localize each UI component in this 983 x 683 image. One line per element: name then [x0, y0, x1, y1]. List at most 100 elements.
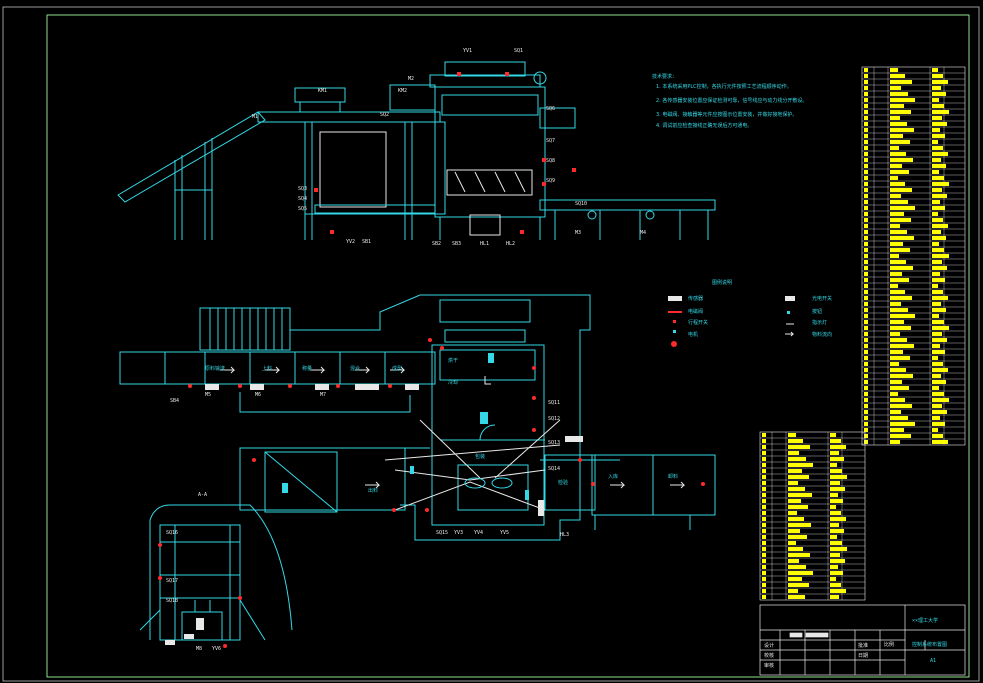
parts-row-index-fill	[864, 284, 868, 288]
parts-row-spec-fill	[830, 439, 841, 443]
parts-row-name-fill	[890, 200, 908, 204]
top-label: SB1	[362, 239, 371, 245]
parts-row-spec-fill	[932, 242, 939, 246]
parts-row-index-fill	[762, 439, 766, 443]
parts-row-name-fill	[890, 104, 904, 108]
parts-row-spec-fill	[932, 350, 945, 354]
section-label: A-A	[198, 492, 207, 498]
parts-row-name-fill	[890, 248, 910, 252]
top-label: YV2	[346, 239, 355, 245]
parts-row-index-fill	[762, 451, 766, 455]
parts-row-index-fill	[864, 410, 868, 414]
parts-row-name-fill	[890, 224, 900, 228]
section-label: SQ18	[166, 598, 178, 604]
parts-row-spec-fill	[830, 511, 841, 515]
parts-row-name-fill	[890, 170, 909, 174]
parts-row-index-fill	[864, 272, 868, 276]
parts-row-name-fill	[890, 314, 915, 318]
parts-row-name-fill	[788, 475, 809, 479]
parts-row-name-fill	[890, 302, 901, 306]
parts-row-index-fill	[864, 188, 868, 192]
parts-row-index-fill	[864, 434, 868, 438]
parts-row-spec-fill	[932, 128, 940, 132]
parts-row-spec-fill	[830, 433, 836, 437]
parts-row-spec-fill	[830, 499, 843, 503]
top-label: M1	[252, 114, 258, 120]
parts-row-index-fill	[864, 440, 868, 444]
parts-row-spec-fill	[932, 404, 942, 408]
parts-row-spec-fill	[932, 104, 944, 108]
parts-row-name-fill	[890, 146, 899, 150]
parts-row-spec-fill	[932, 236, 946, 240]
parts-row-index-fill	[864, 134, 868, 138]
parts-row-index-fill	[864, 140, 868, 144]
parts-row-index-fill	[762, 475, 766, 479]
parts-row-index-fill	[864, 374, 868, 378]
legend-item-0: 传感器	[688, 295, 703, 302]
parts-row-index-fill	[864, 368, 868, 372]
parts-row-name-fill	[788, 583, 809, 587]
parts-row-name-fill	[890, 98, 915, 102]
parts-row-name-fill	[890, 374, 913, 378]
parts-row-name-fill	[890, 308, 908, 312]
parts-row-spec-fill	[830, 463, 837, 467]
parts-row-spec-fill	[932, 200, 940, 204]
parts-row-spec-fill	[830, 505, 836, 509]
legend-item-6: 指示灯	[812, 319, 827, 326]
parts-row-index-fill	[762, 559, 766, 563]
parts-row-spec-fill	[830, 541, 842, 545]
parts-row-spec-fill	[932, 392, 944, 396]
parts-row-index-fill	[762, 445, 766, 449]
parts-row-name-fill	[788, 499, 801, 503]
top-label: M2	[408, 76, 414, 82]
parts-row-spec-fill	[932, 134, 945, 138]
parts-row-spec-fill	[932, 224, 948, 228]
parts-row-spec-fill	[830, 475, 847, 479]
parts-row-spec-fill	[830, 547, 847, 551]
parts-row-index-fill	[762, 457, 766, 461]
parts-row-name-fill	[890, 296, 912, 300]
parts-row-spec-fill	[932, 398, 949, 402]
parts-row-spec-fill	[932, 158, 941, 162]
parts-row-name-fill	[788, 529, 800, 533]
parts-row-name-fill	[890, 152, 906, 156]
parts-row-spec-fill	[932, 206, 945, 210]
parts-row-index-fill	[762, 535, 766, 539]
parts-row-spec-fill	[932, 278, 945, 282]
parts-row-name-fill	[788, 493, 812, 497]
parts-row-spec-fill	[830, 529, 844, 533]
parts-row-index-fill	[864, 92, 868, 96]
parts-row-index-fill	[864, 74, 868, 78]
parts-row-name-fill	[890, 188, 912, 192]
parts-row-spec-fill	[932, 188, 942, 192]
parts-row-index-fill	[762, 517, 766, 521]
parts-row-name-fill	[890, 368, 906, 372]
parts-row-index-fill	[864, 110, 868, 114]
parts-row-index-fill	[762, 589, 766, 593]
parts-row-spec-fill	[932, 386, 939, 390]
parts-row-name-fill	[788, 481, 798, 485]
parts-row-index-fill	[864, 242, 868, 246]
parts-row-name-fill	[890, 110, 911, 114]
parts-row-spec-fill	[932, 140, 938, 144]
plan-label: YV3	[454, 530, 463, 536]
parts-row-name-fill	[788, 577, 802, 581]
plan-label: 包装	[475, 453, 485, 460]
parts-row-index-fill	[762, 493, 766, 497]
title-row-2: 审核	[764, 662, 774, 669]
top-label: M3	[575, 230, 581, 236]
section-label: SQ16	[166, 530, 178, 536]
parts-row-index-fill	[864, 350, 868, 354]
parts-row-spec-fill	[932, 164, 946, 168]
parts-row-index-fill	[864, 362, 868, 366]
plan-label: SQ15	[436, 530, 448, 536]
parts-row-spec-fill	[932, 380, 946, 384]
notes-line-3: 3. 电磁阀、接触器等元件应按图示位置安装，并做好接地保护。	[656, 111, 797, 118]
title-row-0: 设计	[764, 642, 774, 649]
parts-row-index-fill	[864, 200, 868, 204]
parts-row-spec-fill	[932, 116, 942, 120]
parts-row-spec-fill	[932, 440, 948, 444]
parts-row-name-fill	[890, 398, 905, 402]
parts-row-spec-fill	[932, 320, 944, 324]
plan-label: M7	[320, 392, 326, 398]
